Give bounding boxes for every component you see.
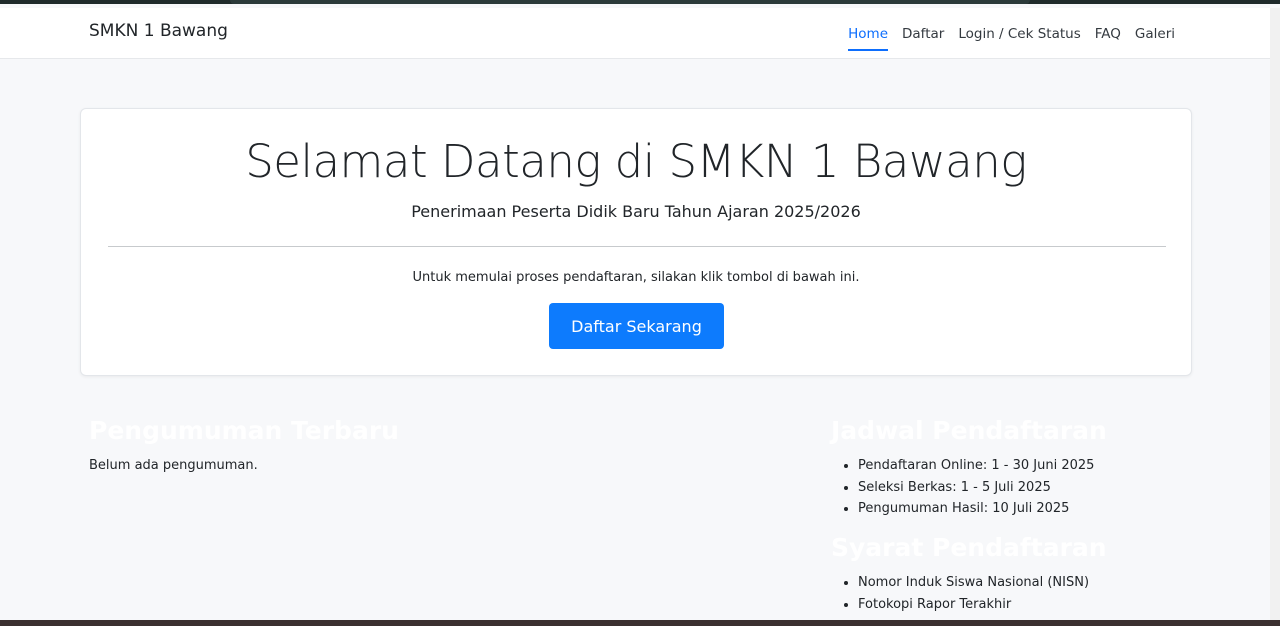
navbar: SMKN 1 Bawang Home Daftar Login / Cek St… <box>0 8 1270 59</box>
requirements-list: Nomor Induk Siswa Nasional (NISN) Fotoko… <box>832 572 1089 615</box>
page-scrollbar[interactable] <box>1270 8 1280 620</box>
announcements-heading: Pengumuman Terbaru <box>89 416 399 445</box>
requirements-heading: Syarat Pendaftaran <box>831 533 1107 562</box>
top-dark-bar-center <box>230 0 1030 4</box>
daftar-sekarang-button[interactable]: Daftar Sekarang <box>549 303 724 349</box>
bottom-edge-bar <box>0 620 1280 626</box>
schedule-list: Pendaftaran Online: 1 - 30 Juni 2025 Sel… <box>832 455 1094 520</box>
nav-links: Home Daftar Login / Cek Status FAQ Galer… <box>848 8 1175 59</box>
hero-subtitle: Penerimaan Peserta Didik Baru Tahun Ajar… <box>411 202 861 221</box>
navbar-brand[interactable]: SMKN 1 Bawang <box>89 21 228 41</box>
list-item: Fotokopi Rapor Terakhir <box>858 594 1089 616</box>
list-item: Pengumuman Hasil: 10 Juli 2025 <box>858 498 1094 520</box>
nav-link-daftar[interactable]: Daftar <box>902 8 944 59</box>
browser-top-strip <box>0 0 1280 8</box>
hero-title: Selamat Datang di SMKN 1 Bawang <box>245 135 1027 188</box>
schedule-heading: Jadwal Pendaftaran <box>831 416 1107 445</box>
hero-divider <box>108 246 1166 247</box>
nav-link-home[interactable]: Home <box>848 8 888 59</box>
list-item: Pendaftaran Online: 1 - 30 Juni 2025 <box>858 455 1094 477</box>
nav-link-galeri[interactable]: Galeri <box>1135 8 1175 59</box>
hero-instruction-text: Untuk memulai proses pendaftaran, silaka… <box>412 270 860 285</box>
hero-card: Selamat Datang di SMKN 1 Bawang Penerima… <box>80 108 1192 376</box>
announcements-empty-text: Belum ada pengumuman. <box>89 458 258 473</box>
nav-link-login-cek-status[interactable]: Login / Cek Status <box>958 8 1080 59</box>
list-item: Nomor Induk Siswa Nasional (NISN) <box>858 572 1089 594</box>
list-item: Seleksi Berkas: 1 - 5 Juli 2025 <box>858 477 1094 499</box>
nav-link-faq[interactable]: FAQ <box>1095 8 1121 59</box>
